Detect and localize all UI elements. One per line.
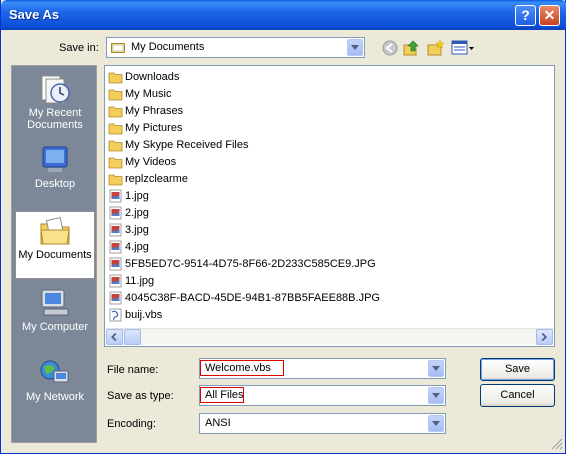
chevron-down-icon[interactable] [428, 415, 444, 432]
scroll-left-button[interactable] [106, 329, 123, 345]
my-network-icon [38, 357, 72, 389]
folder-icon [108, 106, 123, 118]
places-bar: My Recent Documents Desktop My Documents… [11, 65, 97, 443]
file-name-text: My Pictures [125, 122, 183, 134]
folder-icon [111, 43, 125, 53]
file-name-text: 5FB5ED7C-9514-4D75-8F66-2D233C585CE9.JPG [125, 258, 376, 270]
folder-icon [108, 174, 123, 186]
folder-icon [108, 89, 123, 101]
image-file-icon [109, 189, 122, 203]
file-name-text: 4.jpg [125, 241, 149, 253]
place-label: My Computer [21, 321, 89, 333]
place-my-network[interactable]: My Network [15, 354, 95, 422]
file-name-text: Downloads [125, 71, 180, 83]
encoding-dropdown[interactable]: ANSI [199, 413, 446, 434]
close-button[interactable]: ✕ [539, 5, 560, 26]
place-desktop[interactable]: Desktop [15, 141, 95, 209]
highlight-box [200, 360, 284, 376]
file-name-text: 3.jpg [125, 224, 149, 236]
my-documents-icon [38, 215, 72, 247]
image-file-icon [109, 257, 122, 271]
title-bar[interactable]: Save As ? ✕ [1, 0, 566, 30]
horizontal-scrollbar[interactable] [106, 328, 553, 345]
file-name-text: 2.jpg [125, 207, 149, 219]
desktop-icon [38, 144, 72, 176]
place-label: My Recent Documents [27, 107, 83, 131]
scroll-right-button[interactable] [536, 329, 553, 345]
highlight-box [200, 387, 244, 403]
place-label: My Network [25, 391, 85, 403]
save-in-dropdown[interactable]: My Documents [106, 37, 365, 58]
place-label: My Documents [18, 249, 92, 261]
image-file-icon [109, 240, 122, 254]
resize-grip-icon[interactable] [549, 436, 563, 450]
place-my-documents[interactable]: My Documents [15, 211, 95, 279]
window-title: Save As [9, 7, 60, 22]
save-button[interactable]: Save [480, 358, 555, 381]
folder-icon [108, 140, 123, 152]
place-my-recent-documents[interactable]: My Recent Documents [15, 70, 95, 138]
back-icon[interactable] [381, 39, 399, 57]
file-name-text: 1.jpg [125, 190, 149, 202]
image-file-icon [109, 223, 122, 237]
image-file-icon [109, 206, 122, 220]
file-name-text: My Phrases [125, 105, 184, 117]
recent-documents-icon [38, 73, 72, 105]
image-file-icon [109, 291, 122, 305]
cancel-button[interactable]: Cancel [480, 384, 555, 407]
script-file-icon [109, 308, 122, 322]
save-in-value: My Documents [131, 41, 205, 53]
file-name-text: replzclearme [125, 173, 188, 185]
help-button[interactable]: ? [515, 5, 536, 26]
scroll-thumb[interactable] [124, 329, 141, 345]
place-my-computer[interactable]: My Computer [15, 284, 95, 352]
encoding-value: ANSI [205, 417, 231, 429]
save-in-label: Save in: [59, 42, 99, 54]
chevron-down-icon[interactable] [428, 360, 444, 377]
file-name-text: 4045C38F-BACD-45DE-94B1-87BB5FAEE88B.JPG [125, 292, 380, 304]
folder-icon [108, 157, 123, 169]
encoding-label: Encoding: [107, 418, 156, 430]
file-name-text: My Videos [125, 156, 177, 168]
image-file-icon [109, 274, 122, 288]
file-name-text: buij.vbs [125, 309, 163, 321]
my-computer-icon [38, 287, 72, 319]
folder-icon [108, 72, 123, 84]
file-name-text: My Skype Received Files [125, 139, 249, 151]
file-name-label: File name: [107, 364, 159, 376]
file-list[interactable]: Downloads My Music My Phrases My Pictures My… [104, 65, 555, 347]
folder-icon [108, 123, 123, 135]
views-menu-icon[interactable] [451, 39, 475, 57]
file-name-text: 11.jpg [125, 275, 155, 287]
up-one-level-icon[interactable] [403, 39, 421, 57]
chevron-down-icon[interactable] [428, 387, 444, 404]
new-folder-icon[interactable] [427, 39, 445, 57]
file-name-text: My Music [125, 88, 172, 100]
save-as-dialog: Save As ? ✕ Save in: My Documents My Rec… [0, 0, 566, 454]
place-label: Desktop [34, 178, 76, 190]
save-as-type-label: Save as type: [107, 390, 174, 402]
chevron-down-icon[interactable] [347, 39, 363, 56]
